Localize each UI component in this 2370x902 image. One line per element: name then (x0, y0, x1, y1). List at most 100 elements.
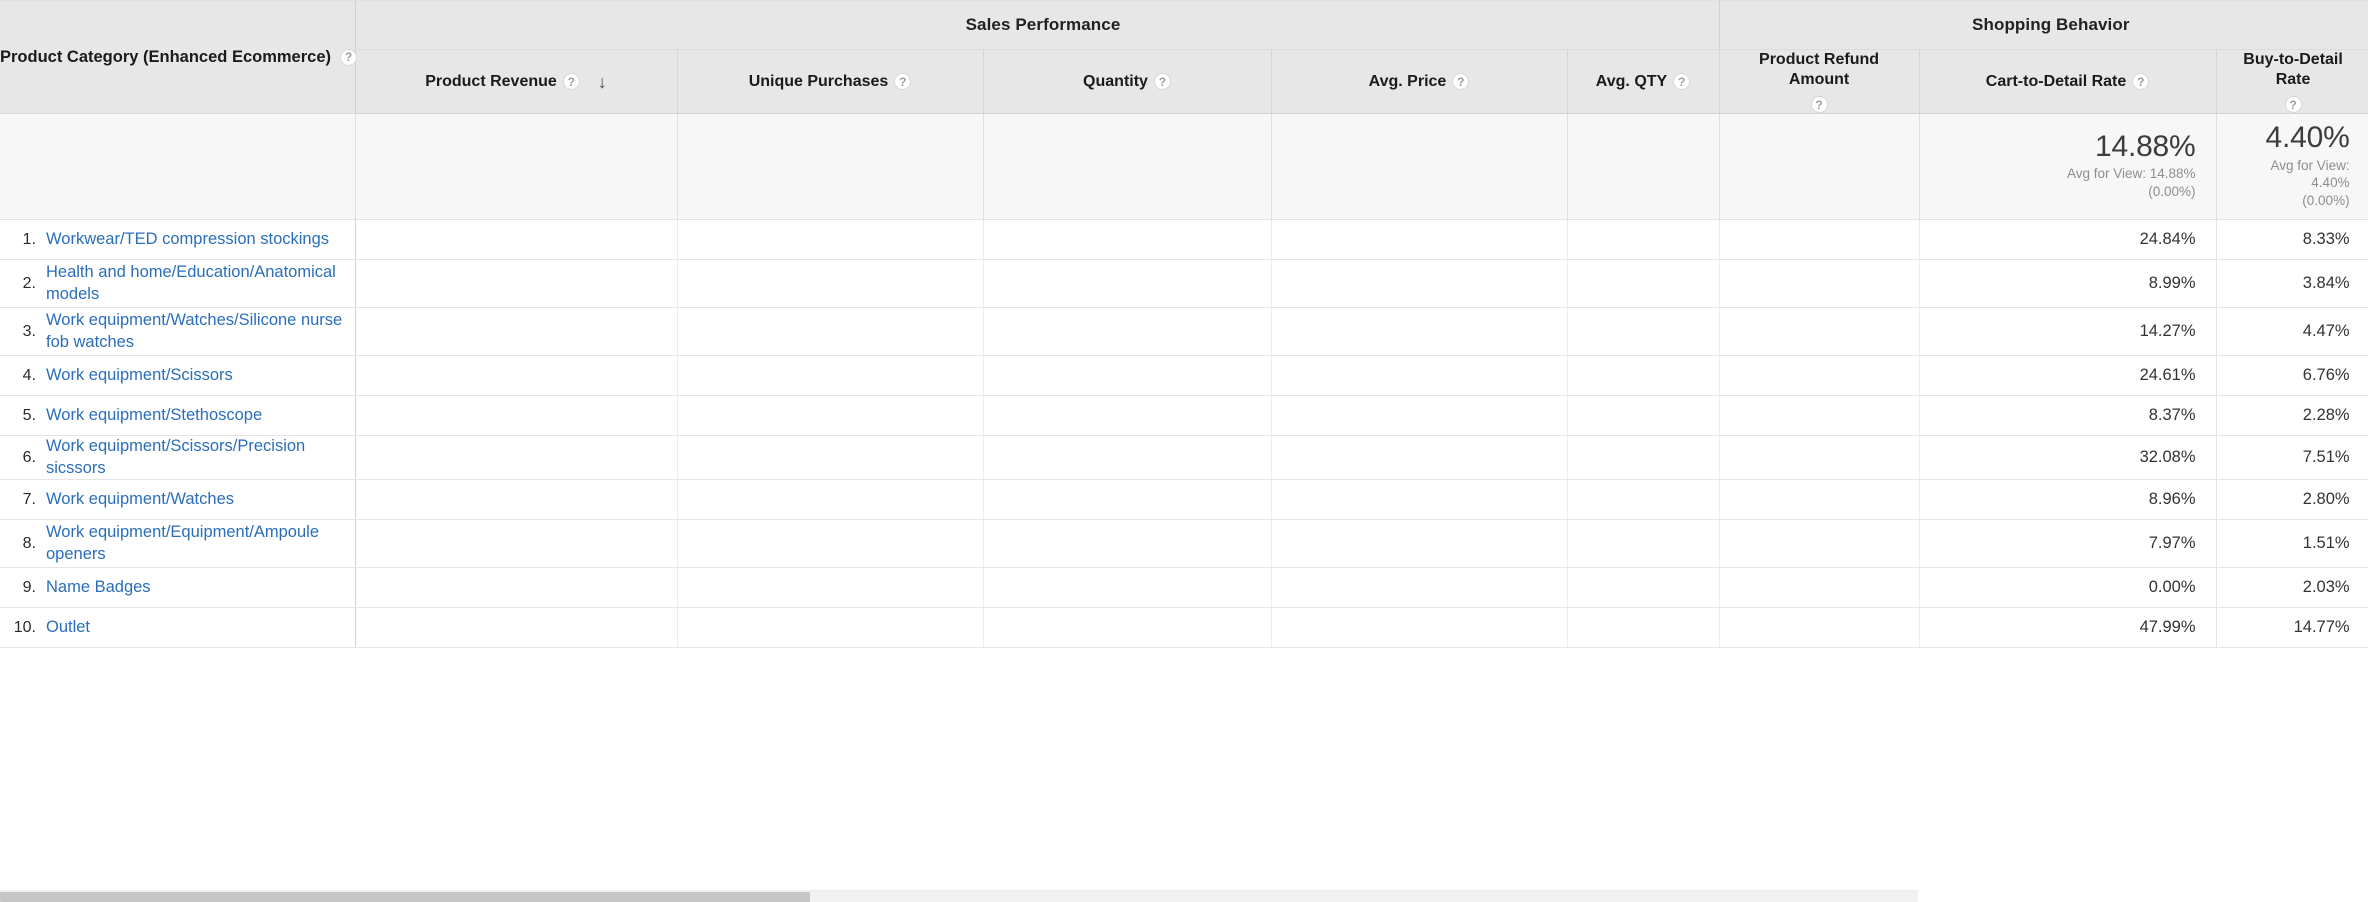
row-product-revenue-cell (354, 307, 678, 357)
column-header-buy-to-detail-rate[interactable]: Buy-to-Detail Rate ? (2216, 49, 2370, 114)
row-category-link[interactable]: Workwear/TED compression stockings (46, 229, 329, 250)
help-icon-product-refund-amount[interactable]: ? (1810, 96, 1828, 113)
row-product-refund-amount-cell (1719, 567, 1920, 609)
row-avg-qty-cell (1567, 479, 1720, 521)
row-cart-to-detail-rate: 14.27% (1918, 307, 2217, 357)
summary-quantity-cell (983, 113, 1272, 221)
help-icon-quantity[interactable]: ? (1153, 73, 1171, 90)
row-quantity-cell (983, 259, 1272, 309)
row-unique-purchases-cell (677, 307, 984, 357)
column-header-cart-to-detail-rate[interactable]: Cart-to-Detail Rate ? (1918, 49, 2217, 114)
row-avg-qty-cell (1567, 435, 1720, 481)
row-category-link[interactable]: Work equipment/Equipment/Ampoule openers (46, 522, 343, 565)
row-product-refund-amount-cell (1719, 479, 1920, 521)
horizontal-scrollbar[interactable] (0, 890, 2370, 902)
row-avg-price-cell (1271, 355, 1568, 397)
row-category-cell: 2. Health and home/Education/Anatomical … (0, 259, 356, 309)
row-product-refund-amount-cell (1719, 307, 1920, 357)
help-icon-product-revenue[interactable]: ? (562, 73, 580, 90)
column-header-unique-purchases-label: Unique Purchases (748, 72, 889, 90)
group-header-sales-performance: Sales Performance (354, 0, 1720, 50)
table-row[interactable]: 3. Work equipment/Watches/Silicone nurse… (0, 307, 2370, 357)
row-category-link[interactable]: Work equipment/Scissors/Precision sicsso… (46, 436, 343, 479)
summary-unique-purchases-cell (677, 113, 984, 221)
row-unique-purchases-cell (677, 519, 984, 569)
summary-avg-qty-cell (1567, 113, 1720, 221)
scrollbar-track[interactable] (0, 890, 1918, 902)
summary-avg-price-cell (1271, 113, 1568, 221)
row-avg-price-cell (1271, 567, 1568, 609)
row-avg-price-cell (1271, 519, 1568, 569)
row-cart-to-detail-rate: 8.99% (1918, 259, 2217, 309)
row-avg-price-cell (1271, 259, 1568, 309)
sort-descending-icon[interactable]: ↓ (598, 73, 607, 91)
help-icon-cart-to-detail-rate[interactable]: ? (2132, 73, 2150, 90)
row-rank: 5. (22, 406, 36, 424)
row-product-revenue-cell (354, 435, 678, 481)
row-quantity-cell (983, 567, 1272, 609)
table-row[interactable]: 9. Name Badges 0.00% 2.03% (0, 567, 2370, 609)
row-category-link[interactable]: Work equipment/Scissors (46, 365, 233, 386)
row-product-refund-amount-cell (1719, 519, 1920, 569)
row-category-link[interactable]: Health and home/Education/Anatomical mod… (46, 262, 343, 305)
help-icon-unique-purchases[interactable]: ? (894, 73, 912, 90)
row-unique-purchases-cell (677, 219, 984, 261)
row-product-refund-amount-cell (1719, 435, 1920, 481)
table-body: 14.88% Avg for View: 14.88% (0.00%) 4.40… (0, 113, 2370, 649)
group-header-shopping-behavior: Shopping Behavior (1718, 0, 2370, 50)
dimension-header-cell[interactable]: Product Category (Enhanced Ecommerce) ? (0, 0, 357, 114)
row-category-link[interactable]: Work equipment/Watches (46, 489, 234, 510)
row-cart-to-detail-rate: 24.61% (1918, 355, 2217, 397)
group-header-shopping-label: Shopping Behavior (1972, 14, 2130, 34)
row-avg-qty-cell (1567, 519, 1720, 569)
row-unique-purchases-cell (677, 395, 984, 437)
column-header-product-refund-amount[interactable]: Product Refund Amount ? (1719, 49, 1920, 114)
column-header-unique-purchases[interactable]: Unique Purchases ? (677, 49, 984, 114)
row-unique-purchases-cell (677, 259, 984, 309)
row-category-cell: 8. Work equipment/Equipment/Ampoule open… (0, 519, 356, 569)
row-cart-to-detail-rate: 47.99% (1918, 607, 2217, 649)
table-row[interactable]: 7. Work equipment/Watches 8.96% 2.80% (0, 479, 2370, 521)
row-avg-qty-cell (1567, 607, 1720, 649)
row-product-revenue-cell (354, 395, 678, 437)
row-avg-price-cell (1271, 307, 1568, 357)
row-avg-qty-cell (1567, 307, 1720, 357)
table-row[interactable]: 10. Outlet 47.99% 14.77% (0, 607, 2370, 649)
scrollbar-thumb[interactable] (0, 892, 810, 902)
row-avg-qty-cell (1567, 219, 1720, 261)
summary-dimension-cell (0, 113, 356, 221)
row-buy-to-detail-rate: 8.33% (2216, 219, 2370, 261)
column-header-quantity[interactable]: Quantity ? (983, 49, 1272, 114)
column-header-avg-price[interactable]: Avg. Price ? (1271, 49, 1568, 114)
table-row[interactable]: 6. Work equipment/Scissors/Precision sic… (0, 435, 2370, 481)
help-icon-avg-qty[interactable]: ? (1673, 73, 1691, 90)
help-icon-buy-to-detail-rate[interactable]: ? (2284, 96, 2302, 113)
row-category-link[interactable]: Work equipment/Stethoscope (46, 405, 262, 426)
row-buy-to-detail-rate: 6.76% (2216, 355, 2370, 397)
row-rank: 7. (22, 490, 36, 508)
product-category-table: Product Category (Enhanced Ecommerce) ? … (0, 0, 2370, 649)
row-unique-purchases-cell (677, 435, 984, 481)
row-category-link[interactable]: Work equipment/Watches/Silicone nurse fo… (46, 310, 343, 353)
table-row[interactable]: 1. Workwear/TED compression stockings 24… (0, 219, 2370, 261)
table-row[interactable]: 2. Health and home/Education/Anatomical … (0, 259, 2370, 309)
row-buy-to-detail-rate: 2.28% (2216, 395, 2370, 437)
row-quantity-cell (983, 307, 1272, 357)
row-category-link[interactable]: Outlet (46, 617, 90, 638)
row-quantity-cell (983, 355, 1272, 397)
row-category-link[interactable]: Name Badges (46, 577, 151, 598)
help-icon-dimension[interactable]: ? (340, 48, 357, 66)
row-buy-to-detail-rate: 3.84% (2216, 259, 2370, 309)
column-header-product-revenue[interactable]: Product Revenue ? ↓ (354, 49, 678, 114)
row-avg-price-cell (1271, 219, 1568, 261)
table-row[interactable]: 5. Work equipment/Stethoscope 8.37% 2.28… (0, 395, 2370, 437)
table-row[interactable]: 4. Work equipment/Scissors 24.61% 6.76% (0, 355, 2370, 397)
column-header-quantity-label: Quantity (1083, 72, 1148, 90)
row-product-revenue-cell (354, 607, 678, 649)
row-rank: 8. (22, 534, 36, 552)
help-icon-avg-price[interactable]: ? (1452, 73, 1470, 90)
row-avg-price-cell (1271, 395, 1568, 437)
column-header-avg-qty[interactable]: Avg. QTY ? (1567, 49, 1720, 114)
column-header-avg-qty-label: Avg. QTY (1595, 72, 1668, 90)
table-row[interactable]: 8. Work equipment/Equipment/Ampoule open… (0, 519, 2370, 569)
